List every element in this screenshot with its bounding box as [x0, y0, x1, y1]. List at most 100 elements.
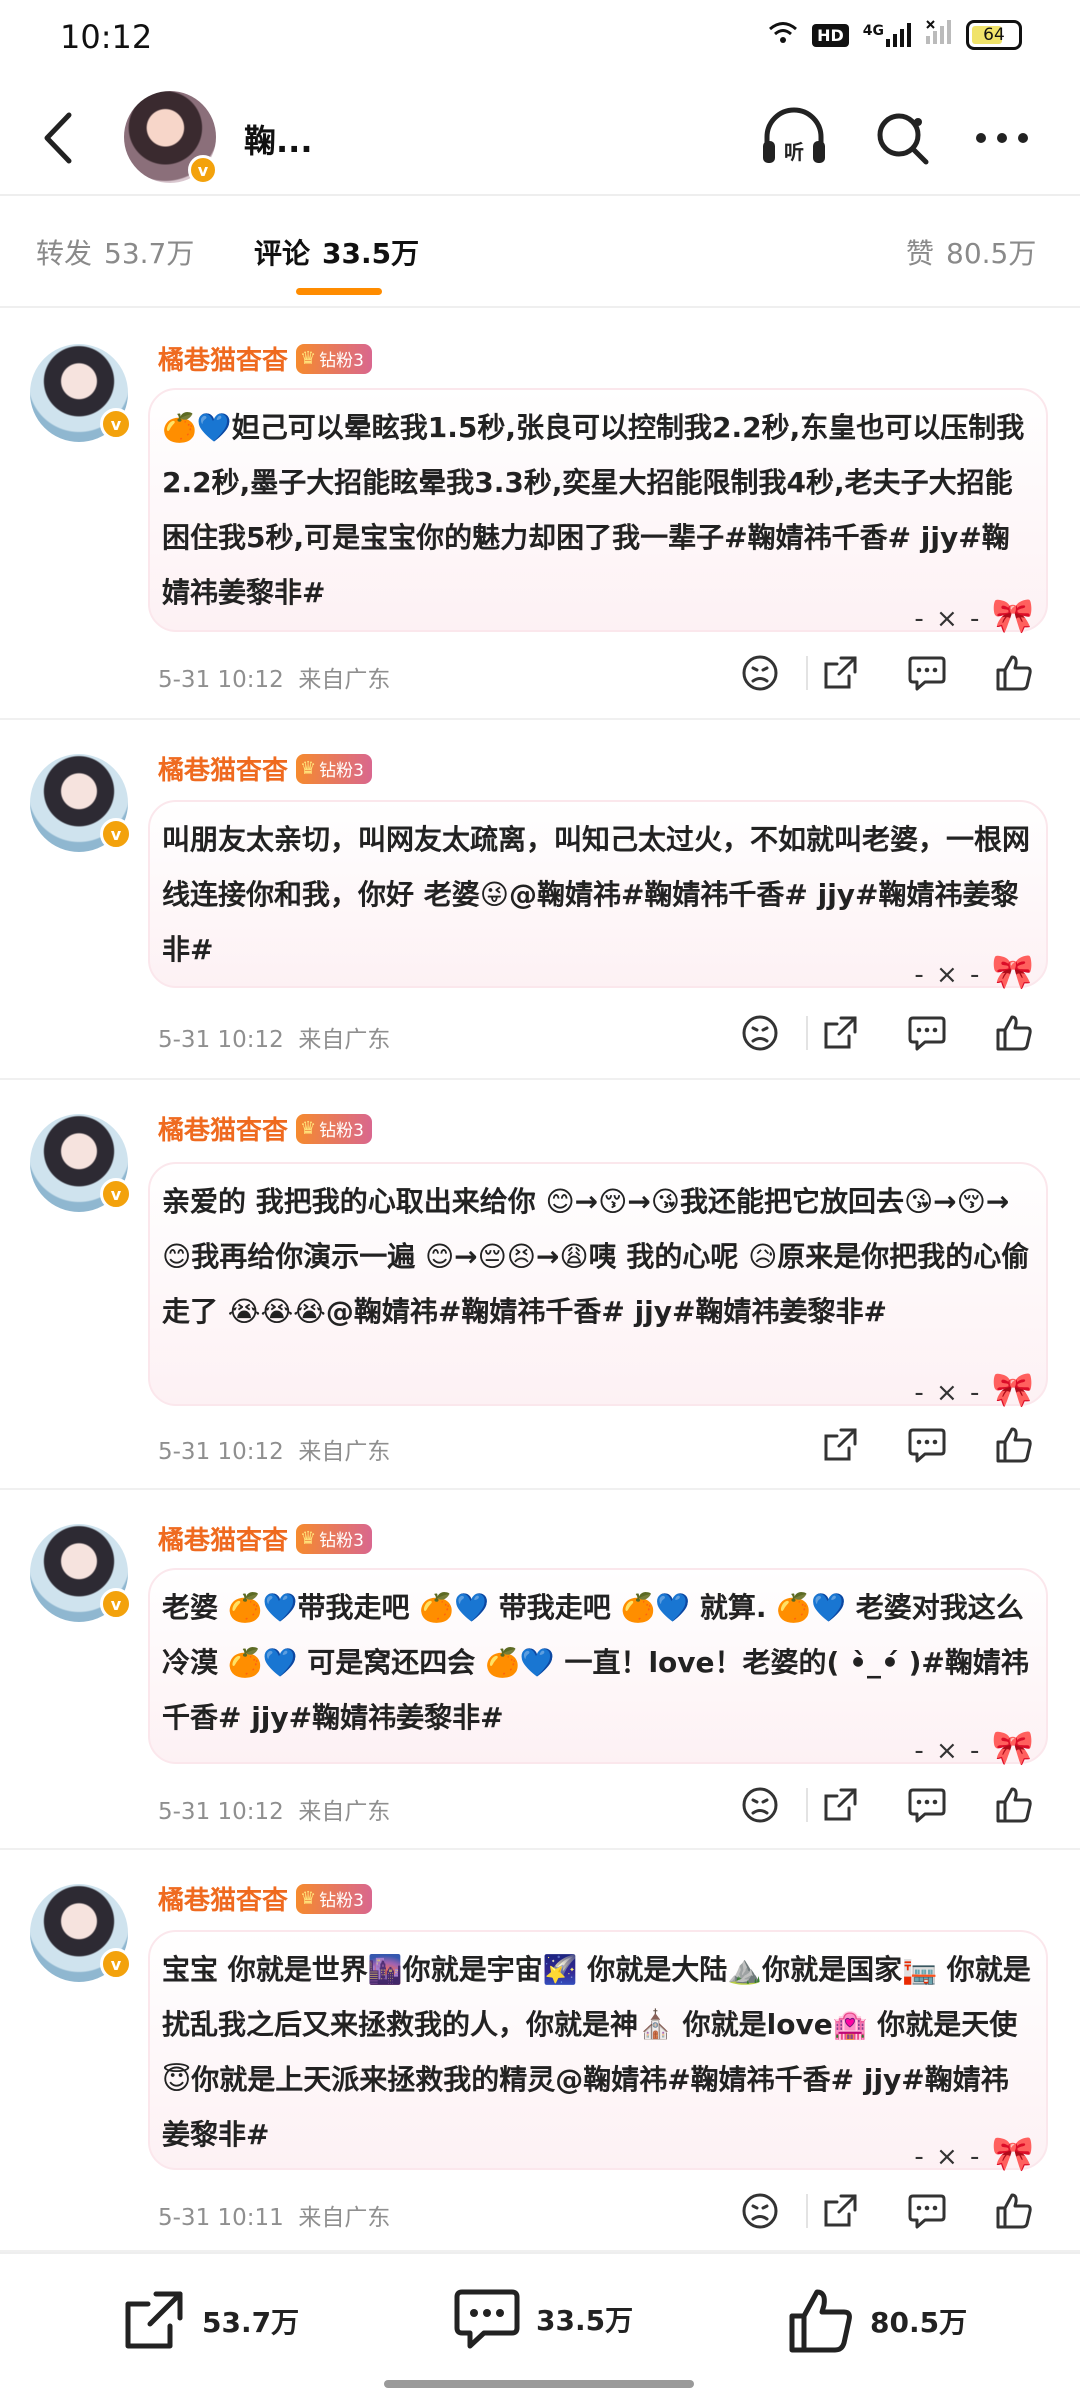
commenter-name[interactable]: 橘巷猫杳杳 ♛ 钻粉3: [158, 340, 372, 377]
comment-text[interactable]: 亲爱的 我把我的心取出来给你 😊→😚→😘我还能把它放回去😘→😚→😊我再给你演示一…: [162, 1174, 1034, 1339]
reply-button[interactable]: [891, 2186, 963, 2236]
like-button[interactable]: [978, 648, 1050, 698]
commenter-name[interactable]: 橘巷猫杳杳 ♛ 钻粉3: [158, 1880, 372, 1917]
back-arrow-icon: [44, 112, 72, 164]
more-icon: [976, 133, 1028, 143]
status-time: 10:12: [60, 18, 153, 56]
dislike-icon: [742, 655, 778, 691]
dislike-button[interactable]: [724, 2186, 796, 2236]
repost-button[interactable]: 53.7万: [118, 2286, 299, 2356]
like-button[interactable]: [978, 1780, 1050, 1830]
commenter-name-text: 橘巷猫杳杳: [158, 346, 289, 376]
commenter-name[interactable]: 橘巷猫杳杳 ♛ 钻粉3: [158, 1520, 372, 1557]
comment-item: v 橘巷猫杳杳 ♛ 钻粉3 宝宝 你就是世界🌆你就是宇宙🌠 你就是大陆⛰️你就是国…: [0, 1850, 1080, 2252]
comment-text[interactable]: 老婆 🍊💙带我走吧 🍊💙 带我走吧 🍊💙 就算. 🍊💙 老婆对我这么冷漠 🍊💙 …: [162, 1580, 1034, 1745]
comment-meta: 5-31 10:12 来自广东: [158, 1020, 390, 1054]
reply-button[interactable]: [891, 648, 963, 698]
reply-button[interactable]: [891, 1780, 963, 1830]
commenter-avatar[interactable]: v: [30, 1114, 132, 1212]
comment-bubble: 老婆 🍊💙带我走吧 🍊💙 带我走吧 🍊💙 就算. 🍊💙 老婆对我这么冷漠 🍊💙 …: [148, 1568, 1048, 1768]
fan-badge-label: 钻粉3: [319, 761, 364, 781]
reply-button[interactable]: [891, 1420, 963, 1470]
comment-icon: [908, 656, 946, 691]
comment-actions: [724, 1008, 1050, 1058]
like-button[interactable]: [978, 2186, 1050, 2236]
tab-comments-count: 33.5万: [322, 237, 420, 270]
search-button[interactable]: [866, 102, 938, 174]
verified-icon: v: [100, 818, 132, 850]
dislike-icon: [742, 1787, 778, 1823]
like-button[interactable]: [978, 1008, 1050, 1058]
fan-badge-label: 钻粉3: [319, 1121, 364, 1141]
commenter-avatar[interactable]: v: [30, 1884, 132, 1982]
comment-source: 来自广东: [298, 1027, 391, 1053]
comment-bubble: 宝宝 你就是世界🌆你就是宇宙🌠 你就是大陆⛰️你就是国家🏣 你就是扰乱我之后又来…: [148, 1930, 1048, 2174]
like-icon: [996, 655, 1032, 691]
back-button[interactable]: [30, 106, 86, 170]
bow-icon: - × - 🎀: [914, 2134, 1036, 2174]
tab-comments[interactable]: 评论 33.5万: [254, 232, 419, 272]
commenter-name[interactable]: 橘巷猫杳杳 ♛ 钻粉3: [158, 750, 372, 787]
comment-item: v 橘巷猫杳杳 ♛ 钻粉3 🍊💙妲己可以晕眩我1.5秒,张良可以控制我2.2秒,东…: [0, 310, 1080, 720]
dislike-icon: [742, 1015, 778, 1051]
wifi-icon: [768, 20, 798, 50]
dislike-button[interactable]: [724, 648, 796, 698]
comment-item: v 橘巷猫杳杳 ♛ 钻粉3 叫朋友太亲切，叫网友太疏离，叫知己太过火，不如就叫老婆…: [0, 720, 1080, 1080]
like-post-button[interactable]: 80.5万: [786, 2286, 967, 2356]
more-button[interactable]: [966, 102, 1038, 174]
fan-badge: ♛ 钻粉3: [296, 343, 372, 374]
status-icons: HD 4G 64: [768, 20, 1022, 50]
comment-time: 5-31 10:12: [158, 1027, 284, 1053]
bow-icon: - × - 🎀: [914, 1370, 1036, 1410]
crown-icon: ♛: [300, 1528, 317, 1549]
fan-badge: ♛ 钻粉3: [296, 1113, 372, 1144]
commenter-avatar[interactable]: v: [30, 344, 132, 442]
battery-icon: 64: [966, 20, 1022, 50]
dislike-button[interactable]: [724, 1008, 796, 1058]
repost-count: 53.7万: [202, 2306, 300, 2339]
share-icon: [824, 1016, 857, 1049]
commenter-avatar[interactable]: v: [30, 754, 132, 852]
dislike-button[interactable]: [724, 1780, 796, 1830]
commenter-avatar[interactable]: v: [30, 1524, 132, 1622]
signal-empty-icon: [926, 20, 952, 50]
author-avatar[interactable]: v: [124, 91, 218, 185]
comment-text[interactable]: 🍊💙妲己可以晕眩我1.5秒,张良可以控制我2.2秒,东皇也可以压制我2.2秒,墨…: [162, 400, 1034, 620]
comment-meta: 5-31 10:12 来自广东: [158, 660, 390, 694]
share-button[interactable]: [804, 1420, 876, 1470]
comment-text[interactable]: 宝宝 你就是世界🌆你就是宇宙🌠 你就是大陆⛰️你就是国家🏣 你就是扰乱我之后又来…: [162, 1942, 1034, 2162]
comment-source: 来自广东: [298, 1799, 391, 1825]
comment-button[interactable]: 33.5万: [452, 2286, 633, 2352]
comment-count: 33.5万: [536, 2304, 634, 2337]
comment-actions: [804, 1420, 1050, 1470]
comment-text[interactable]: 叫朋友太亲切，叫网友太疏离，叫知己太过火，不如就叫老婆，一根网线连接你和我，你好…: [162, 812, 1034, 977]
fan-badge: ♛ 钻粉3: [296, 753, 372, 784]
comment-icon: [454, 2289, 520, 2349]
like-icon: [996, 2193, 1032, 2229]
hd-badge: HD: [812, 23, 849, 47]
commenter-name[interactable]: 橘巷猫杳杳 ♛ 钻粉3: [158, 1110, 372, 1147]
share-button[interactable]: [804, 1008, 876, 1058]
headphones-listen-icon: 听: [763, 107, 825, 164]
share-button[interactable]: [804, 1780, 876, 1830]
like-icon: [996, 1015, 1032, 1051]
author-name[interactable]: 鞠...: [244, 116, 312, 162]
like-button[interactable]: [978, 1420, 1050, 1470]
bow-icon: - × - 🎀: [914, 952, 1036, 992]
listen-button[interactable]: 听: [758, 102, 830, 174]
share-button[interactable]: [804, 2186, 876, 2236]
home-indicator[interactable]: [384, 2380, 694, 2388]
crown-icon: ♛: [300, 1118, 317, 1139]
comment-icon: [908, 1788, 946, 1823]
comment-actions: [724, 648, 1050, 698]
share-button[interactable]: [804, 648, 876, 698]
share-icon: [824, 656, 857, 689]
post-header: v 鞠... 听: [0, 78, 1080, 196]
post-tabs: 转发 53.7万 评论 33.5万 赞 80.5万: [0, 196, 1080, 308]
reply-button[interactable]: [891, 1008, 963, 1058]
like-icon: [996, 1427, 1032, 1463]
comment-source: 来自广东: [298, 2205, 391, 2231]
tab-repost[interactable]: 转发 53.7万: [36, 232, 194, 272]
commenter-name-text: 橘巷猫杳杳: [158, 756, 289, 786]
tab-likes[interactable]: 赞 80.5万: [906, 232, 1036, 272]
